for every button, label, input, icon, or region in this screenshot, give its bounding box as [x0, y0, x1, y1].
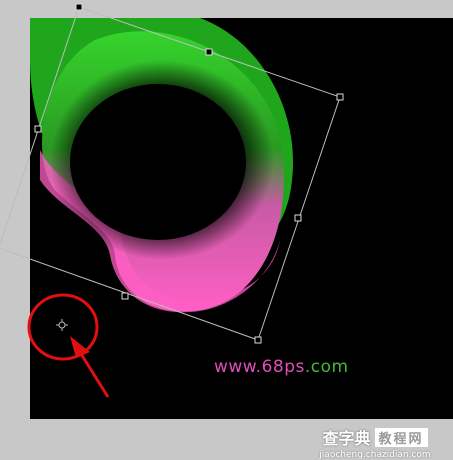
handle-left-mid[interactable]	[34, 125, 42, 133]
watermark-com: .com	[304, 357, 349, 377]
handle-bottom-mid[interactable]	[121, 292, 129, 300]
watermark-text: www.68ps.com	[214, 357, 349, 377]
artwork-layer	[0, 3, 344, 398]
handle-bottom-right[interactable]	[254, 336, 262, 344]
logo-title: 查字典	[322, 429, 371, 448]
watermark-www: www.	[214, 357, 262, 377]
handle-top-left[interactable]	[75, 3, 83, 11]
handle-right-mid[interactable]	[294, 214, 302, 222]
logo-box-text: 教程网	[374, 427, 428, 447]
crosshair-pivot-icon[interactable]	[56, 319, 68, 331]
handle-top-right[interactable]	[336, 93, 344, 101]
watermark-68ps: 68ps	[261, 357, 305, 377]
highlight-circle	[27, 293, 99, 361]
site-logo: 查字典 教程网 jiaocheng.chazidian.com	[300, 425, 450, 460]
handle-top-mid[interactable]	[205, 48, 213, 56]
red-arrow-icon	[70, 336, 110, 398]
